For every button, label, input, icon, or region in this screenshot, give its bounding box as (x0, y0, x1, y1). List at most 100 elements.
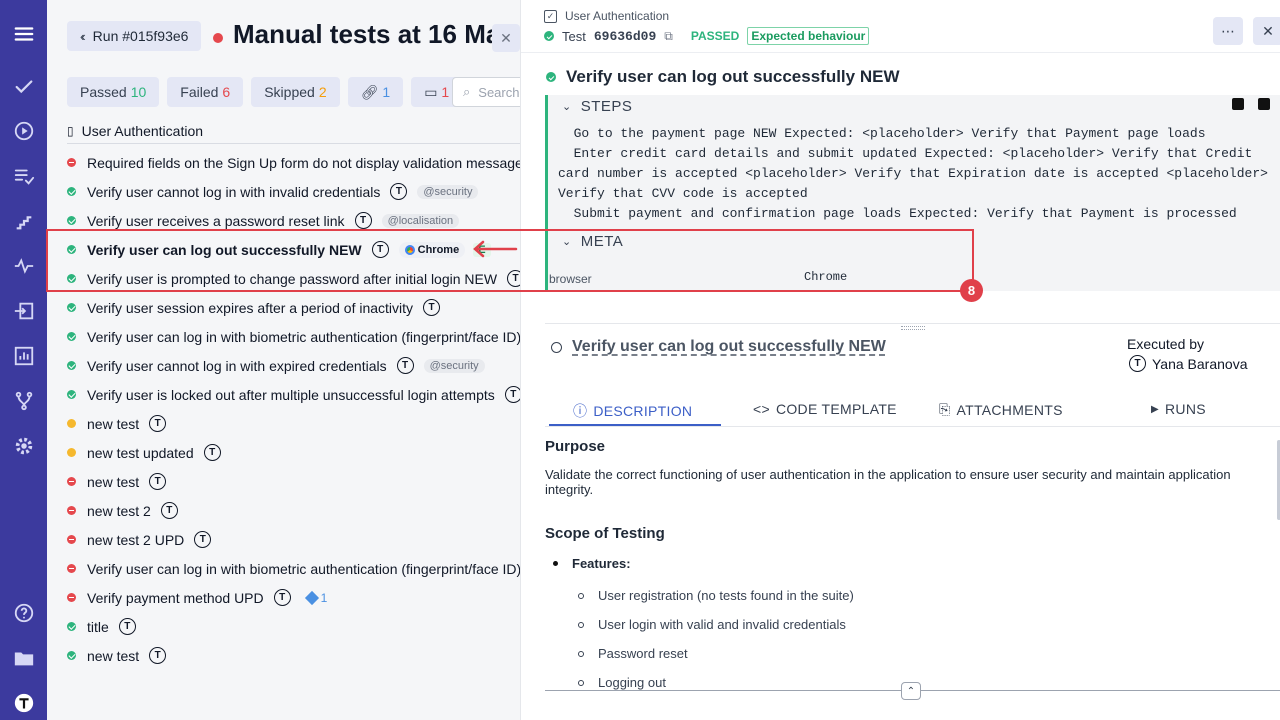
branch-icon[interactable] (0, 384, 47, 418)
test-row[interactable]: title T (67, 612, 520, 641)
test-row[interactable]: Verify user can log in with biometric au… (67, 554, 520, 583)
features-item: Features: (553, 556, 1265, 571)
test-row[interactable]: Verify user session expires after a peri… (67, 293, 520, 322)
passed-status-icon (67, 361, 76, 370)
help-icon[interactable] (0, 596, 47, 630)
test-row[interactable]: new test 2 T (67, 496, 520, 525)
status-text: PASSED (690, 29, 740, 43)
description-content: Purpose Validate the correct functioning… (545, 438, 1265, 697)
checkbox-icon: ✓ (544, 9, 557, 23)
filter-skipped[interactable]: Skipped 2 (251, 77, 340, 107)
close-run-button[interactable]: ✕ (492, 24, 520, 52)
issue-link[interactable]: 1 (304, 590, 327, 605)
detail-test-info: Test 69636d09 ⧉ PASSED Expected behaviou… (544, 27, 870, 45)
scope-heading: Scope of Testing (545, 525, 665, 542)
test-tag[interactable]: @security (423, 358, 485, 373)
user-avatar-icon: T (118, 618, 136, 635)
collapse-icon[interactable] (1258, 98, 1270, 110)
checkmark-icon[interactable] (0, 70, 47, 104)
failed-status-icon (67, 535, 76, 544)
tab-code-template[interactable]: <> CODE TEMPLATE (753, 401, 897, 417)
tab-attachments-label: ATTACHMENTS (956, 401, 1063, 418)
run-title: Manual tests at 16 May (233, 19, 495, 49)
search-icon: ⌕ (463, 84, 471, 99)
play-icon: ▶ (1151, 403, 1159, 415)
tab-runs[interactable]: ▶ RUNS (1151, 401, 1206, 417)
filter-links[interactable]: 🔗︎ 1 (347, 77, 404, 107)
search-input[interactable]: ⌕ Search (452, 77, 520, 107)
expand-icon[interactable] (1232, 98, 1244, 110)
user-avatar-icon: T (149, 473, 167, 490)
test-row[interactable]: Verify user can log in with biometric au… (67, 322, 520, 351)
menu-icon[interactable] (0, 17, 47, 51)
test-row[interactable]: new test T (67, 409, 520, 438)
test-tag[interactable]: @localisation (381, 213, 460, 228)
passed-status-icon (67, 622, 76, 631)
test-name: Verify user session expires after a peri… (87, 299, 414, 316)
user-avatar-icon: T (273, 589, 291, 606)
failed-status-icon (67, 158, 76, 167)
test-row[interactable]: Verify payment method UPD T 1 (67, 583, 520, 612)
features-label: Features: (572, 556, 631, 571)
play-circle-icon[interactable] (0, 114, 47, 148)
more-options-button[interactable]: ⋯ (1213, 17, 1243, 45)
link-icon: 🔗︎ (360, 83, 379, 100)
test-name: Verify payment method UPD (87, 589, 264, 606)
tab-description[interactable]: ⓘ DESCRIPTION (573, 401, 692, 421)
checklist-icon[interactable] (0, 159, 47, 193)
steps-icon[interactable] (0, 204, 47, 238)
test-row[interactable]: Required fields on the Sign Up form do n… (67, 148, 520, 177)
test-label: Test (562, 28, 586, 44)
test-row[interactable]: Verify user cannot log in with invalid c… (67, 177, 520, 206)
test-name: new test (87, 415, 140, 432)
close-detail-button[interactable]: ✕ (1253, 17, 1280, 45)
bar-chart-icon[interactable] (0, 339, 47, 373)
testomat-logo-icon[interactable] (0, 686, 47, 720)
resize-grip-icon[interactable] (901, 326, 925, 330)
run-back-button[interactable]: ‹‹ Run #015f93e6 (67, 21, 202, 51)
test-tag[interactable]: @security (417, 184, 479, 199)
app-sidebar (0, 0, 47, 720)
passed-icon (546, 72, 556, 82)
user-avatar-icon: T (1129, 355, 1146, 372)
user-avatar-icon: T (203, 444, 221, 461)
steps-toggle[interactable]: ⌄ STEPS (562, 98, 632, 115)
user-avatar-icon: T (390, 183, 408, 200)
gear-icon[interactable] (0, 429, 47, 463)
active-tab-indicator (549, 424, 721, 426)
tab-attachments[interactable]: ⎘ ATTACHMENTS (939, 401, 1063, 418)
filter-failed[interactable]: Failed 6 (167, 77, 244, 107)
test-name: title (87, 618, 109, 635)
filter-passed-count: 10 (130, 84, 147, 100)
test-name: Required fields on the Sign Up form do n… (87, 154, 520, 171)
steps-text: Go to the payment page NEW Expected: <pl… (558, 124, 1278, 224)
test-row[interactable]: Verify user is locked out after multiple… (67, 380, 520, 409)
chevron-down-icon: ⌄ (562, 101, 572, 113)
filter-passed[interactable]: Passed 10 (67, 77, 160, 107)
test-row[interactable]: new test updated T (67, 438, 520, 467)
test-row[interactable]: new test T (67, 641, 520, 670)
folder-icon[interactable] (0, 641, 47, 675)
tab-runs-label: RUNS (1165, 401, 1206, 417)
copy-icon[interactable]: ⧉ (664, 29, 673, 44)
test-name: Verify user cannot log in with expired c… (87, 357, 387, 374)
case-title-link[interactable]: Verify user can log out successfully NEW (572, 338, 886, 356)
feature-item: User login with valid and invalid creden… (545, 610, 1265, 639)
pulse-icon[interactable] (0, 249, 47, 283)
test-row[interactable]: Verify user cannot log in with expired c… (67, 351, 520, 380)
test-row[interactable]: new test 2 UPD T (67, 525, 520, 554)
test-row[interactable]: new test T (67, 467, 520, 496)
step-line: Submit payment and confirmation page loa… (558, 206, 1237, 221)
double-chevron-left-icon: ‹‹ (80, 28, 85, 44)
collapse-button[interactable]: ⌃ (901, 682, 921, 700)
import-icon[interactable] (0, 294, 47, 328)
feature-text: User login with valid and invalid creden… (598, 617, 846, 632)
jira-icon (304, 590, 319, 605)
suite-header[interactable]: ▯ User Authentication (67, 118, 520, 144)
test-name: Verify user is locked out after multiple… (87, 386, 495, 403)
failed-status-icon (67, 593, 76, 602)
user-avatar-icon: T (149, 415, 167, 432)
detail-title: Verify user can log out successfully NEW (546, 67, 900, 87)
passed-status-icon (67, 187, 76, 196)
feature-item: Password reset (545, 639, 1265, 668)
